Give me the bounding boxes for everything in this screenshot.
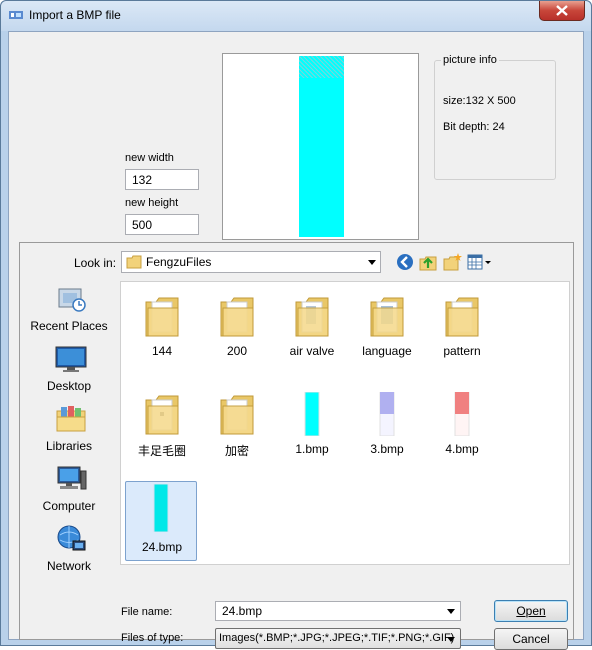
file-label: 4.bmp	[445, 442, 479, 456]
file-label: 200	[226, 344, 248, 358]
file-label: air valve	[289, 344, 335, 358]
picture-size-text: size:132 X 500	[443, 95, 516, 107]
place-label: Desktop	[46, 379, 92, 393]
file-label: 加密	[224, 444, 249, 458]
new-folder-icon[interactable]	[441, 251, 463, 273]
place-libraries[interactable]: Libraries	[25, 403, 113, 463]
place-network[interactable]: Network	[25, 523, 113, 583]
chevron-down-icon	[368, 260, 376, 265]
folder-icon	[220, 395, 254, 435]
places-bar: Recent Places Desktop Libraries Computer…	[25, 283, 113, 577]
place-label: Network	[46, 559, 91, 573]
bmp-file-icon	[153, 484, 169, 532]
file-label: 24.bmp	[141, 540, 183, 554]
file-name-label: File name:	[121, 606, 173, 618]
picture-info-legend: picture info	[441, 54, 499, 66]
new-width-label: new width	[125, 152, 174, 164]
folder-icon	[220, 297, 254, 337]
file-label: language	[362, 344, 412, 358]
file-list: 144 200 air valve language pattern 丰足毛圈 …	[120, 281, 570, 565]
folder-icon	[126, 255, 142, 269]
file-label: 1.bmp	[295, 442, 329, 456]
file-item[interactable]: 加密	[201, 384, 273, 464]
window-title: Import a BMP file	[29, 8, 121, 22]
file-item[interactable]: pattern	[426, 286, 498, 366]
chevron-down-icon	[447, 637, 455, 642]
place-label: Libraries	[45, 439, 93, 453]
place-desktop[interactable]: Desktop	[25, 343, 113, 403]
file-label: pattern	[443, 344, 481, 358]
picture-info-group	[434, 60, 556, 180]
file-item[interactable]: 1.bmp	[276, 384, 348, 464]
place-label: Recent Places	[30, 319, 108, 333]
import-bmp-window: Import a BMP file picture info size:132 …	[0, 0, 592, 650]
dialog-client-area: picture info size:132 X 500 Bit depth: 2…	[8, 31, 584, 650]
up-folder-icon[interactable]	[417, 251, 439, 273]
look-in-combo[interactable]: FengzuFiles	[121, 251, 381, 273]
file-item-selected[interactable]: 24.bmp	[125, 481, 197, 561]
file-label: 丰足毛圈	[137, 444, 186, 458]
folder-icon	[145, 297, 179, 337]
file-item[interactable]: 200	[201, 286, 273, 366]
file-label: 3.bmp	[370, 442, 404, 456]
folder-icon	[370, 297, 404, 337]
bmp-file-icon	[379, 392, 395, 436]
new-height-input[interactable]: 500	[125, 214, 199, 235]
computer-icon	[57, 466, 87, 490]
file-name-input[interactable]: 24.bmp	[215, 601, 461, 621]
file-item[interactable]: language	[351, 286, 423, 366]
file-item[interactable]: 144	[126, 286, 198, 366]
bmp-file-icon	[454, 392, 470, 436]
network-icon	[57, 525, 86, 551]
close-icon	[556, 5, 568, 16]
new-width-input[interactable]: 132	[125, 169, 199, 190]
file-item[interactable]: 丰足毛圈	[126, 384, 198, 464]
recent-places-icon	[58, 288, 86, 312]
folder-icon	[145, 395, 179, 435]
place-label: Computer	[42, 499, 96, 513]
place-recent-places[interactable]: Recent Places	[25, 283, 113, 343]
file-item[interactable]: air valve	[276, 286, 348, 366]
file-type-label: Files of type:	[121, 632, 184, 644]
look-in-label: Look in:	[74, 256, 117, 270]
view-menu-icon[interactable]	[466, 251, 492, 273]
new-height-label: new height	[125, 197, 179, 209]
file-label: 144	[151, 344, 173, 358]
title-bar[interactable]: Import a BMP file	[1, 1, 591, 31]
look-in-value: FengzuFiles	[146, 255, 212, 269]
image-preview	[222, 53, 419, 240]
close-button[interactable]	[539, 1, 585, 21]
file-name-value: 24.bmp	[222, 604, 263, 618]
cancel-button[interactable]: Cancel	[494, 628, 568, 650]
back-icon[interactable]	[394, 251, 416, 273]
preview-bitmap	[299, 56, 344, 237]
open-button[interactable]: Open	[494, 600, 568, 622]
desktop-icon	[55, 346, 87, 372]
chevron-down-icon[interactable]	[447, 609, 455, 614]
file-item[interactable]: 4.bmp	[426, 384, 498, 464]
folder-icon	[295, 297, 329, 337]
folder-icon	[445, 297, 479, 337]
file-type-value: Images(*.BMP;*.JPG;*.JPEG;*.TIF;*.PNG;*.…	[219, 632, 455, 644]
place-computer[interactable]: Computer	[25, 463, 113, 523]
bit-depth-text: Bit depth: 24	[443, 121, 505, 133]
file-open-panel: Look in: FengzuFiles Recent Places Deskt…	[19, 242, 574, 650]
bmp-file-icon	[304, 392, 320, 436]
libraries-icon	[56, 406, 86, 432]
file-item[interactable]: 3.bmp	[351, 384, 423, 464]
app-icon	[9, 11, 23, 19]
